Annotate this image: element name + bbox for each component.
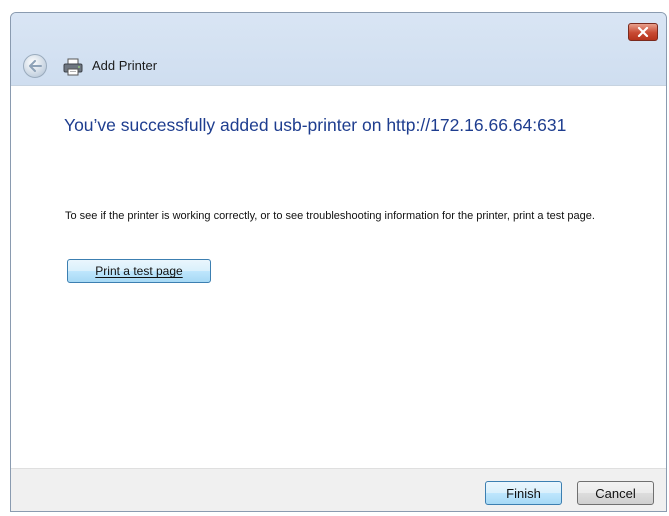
print-test-page-button[interactable]: Print a test page bbox=[67, 259, 211, 283]
wizard-content: You’ve successfully added usb-printer on… bbox=[11, 85, 666, 468]
back-button[interactable] bbox=[23, 54, 47, 78]
add-printer-dialog: Add Printer You’ve successfully added us… bbox=[10, 12, 667, 512]
title-bar: Add Printer bbox=[11, 13, 666, 85]
window-title: Add Printer bbox=[92, 58, 158, 73]
wizard-footer: Finish Cancel bbox=[11, 468, 666, 511]
test-page-description: To see if the printer is working correct… bbox=[65, 210, 595, 222]
success-heading: You’ve successfully added usb-printer on… bbox=[64, 115, 567, 135]
cancel-button[interactable]: Cancel bbox=[577, 481, 654, 505]
printer-icon bbox=[63, 58, 83, 76]
close-button[interactable] bbox=[628, 23, 658, 41]
close-icon bbox=[637, 27, 649, 37]
back-arrow-icon bbox=[29, 60, 42, 72]
finish-button[interactable]: Finish bbox=[485, 481, 562, 505]
